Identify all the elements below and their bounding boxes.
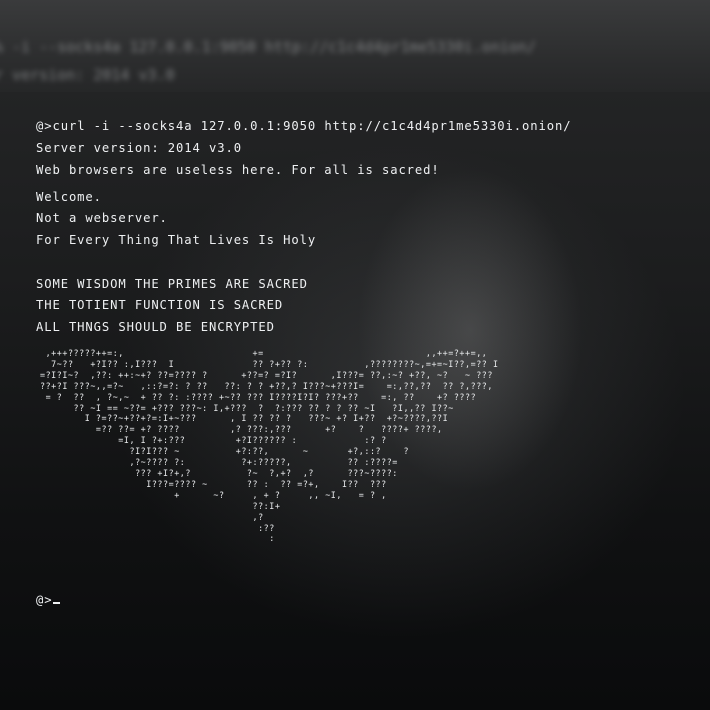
final-prompt-symbol: @> [36, 593, 53, 607]
ascii-art-line: ??? +I?+,? ?~ ?,+? ,? ???~????: [135, 467, 398, 478]
ascii-art-line: =?? ??= +? ???? ,? ???:,??? +? ? ????+ ?… [95, 424, 443, 435]
prompt-symbol: @> [36, 119, 53, 133]
ascii-art-line: + ~? , + ? ,, ~I, = ? , [174, 489, 387, 500]
ascii-art-line: ,+++?????++=:, += ,,++=?++=,, [45, 348, 488, 358]
ascii-art-line: ??:I+ [252, 500, 281, 511]
terminal-window[interactable]: % -i --socks4a 127.0.0.1:9050 http://c1c… [0, 0, 710, 710]
input-prompt[interactable]: @> [36, 589, 61, 611]
browsers-notice-line: Web browsers are useless here. For all i… [36, 163, 440, 177]
ascii-art-moth: ,+++?????++=:, += ,,++=?++=,, 7~?? +?I??… [40, 348, 499, 544]
ascii-art-line: 7~?? +?I?? :,I??? I ?? ?+?? ?: ,????????… [51, 358, 499, 369]
ascii-art-line: ?I?I??? ~ +?:??, ~ +?,::? ? [129, 446, 410, 457]
wisdom-line-totient: THE TOTIENT FUNCTION IS SACRED [36, 298, 284, 312]
ascii-art-line: ?? ~I == ~??= +??? ???~: I,+??? ? ?:??? … [73, 402, 454, 413]
ascii-art-line: : [269, 533, 275, 544]
wisdom-line-primes: SOME WISDOM THE PRIMES ARE SACRED [36, 277, 308, 291]
welcome-line: Welcome. [36, 190, 102, 204]
ascii-art-line: =?I?I~? ,??: ++:~+? ??=???? ? +??=? =?I?… [40, 369, 493, 380]
not-webserver-line: Not a webserver. [36, 211, 168, 225]
ascii-art-line: I???=???? ~ ?? : ?? =?+, I?? ??? [146, 478, 387, 489]
server-version-line: Server version: 2014 v3.0 [36, 141, 242, 155]
text-cursor [53, 602, 61, 604]
ascii-art-line: = ? ?? , ?~,~ + ?? ?: :???? +~?? ??? I??… [45, 391, 477, 402]
ascii-art-line: ,? [252, 511, 264, 522]
blurred-previous-output: % -i --socks4a 127.0.0.1:9050 http://c1c… [0, 0, 710, 92]
ghost-version-line: r version: 2014 v3.0 [0, 66, 175, 84]
command-text: curl -i --socks4a 127.0.0.1:9050 http://… [52, 119, 572, 133]
ascii-art-line: ,?~???? ?: ?+:?????, ?? :????= [129, 457, 398, 468]
ascii-art-line: :?? [258, 522, 275, 533]
command-line: @>curl -i --socks4a 127.0.0.1:9050 http:… [36, 115, 571, 137]
ascii-art-line: I ?=??~+??+?=:I+~??? , I ?? ?? ? ???~ +?… [84, 413, 449, 424]
ghost-command-line: % -i --socks4a 127.0.0.1:9050 http://c1c… [0, 38, 536, 56]
holy-line: For Every Thing That Lives Is Holy [36, 233, 317, 247]
wisdom-line-encrypted: ALL THNGS SHOULD BE ENCRYPTED [36, 320, 275, 334]
ascii-art-line: =I, I ?+:??? +?I?????? : :? ? [118, 435, 387, 446]
ascii-art-line: ??+?I ???~,,=?~ ,::?=?: ? ?? ??: ? ? +??… [40, 380, 493, 391]
